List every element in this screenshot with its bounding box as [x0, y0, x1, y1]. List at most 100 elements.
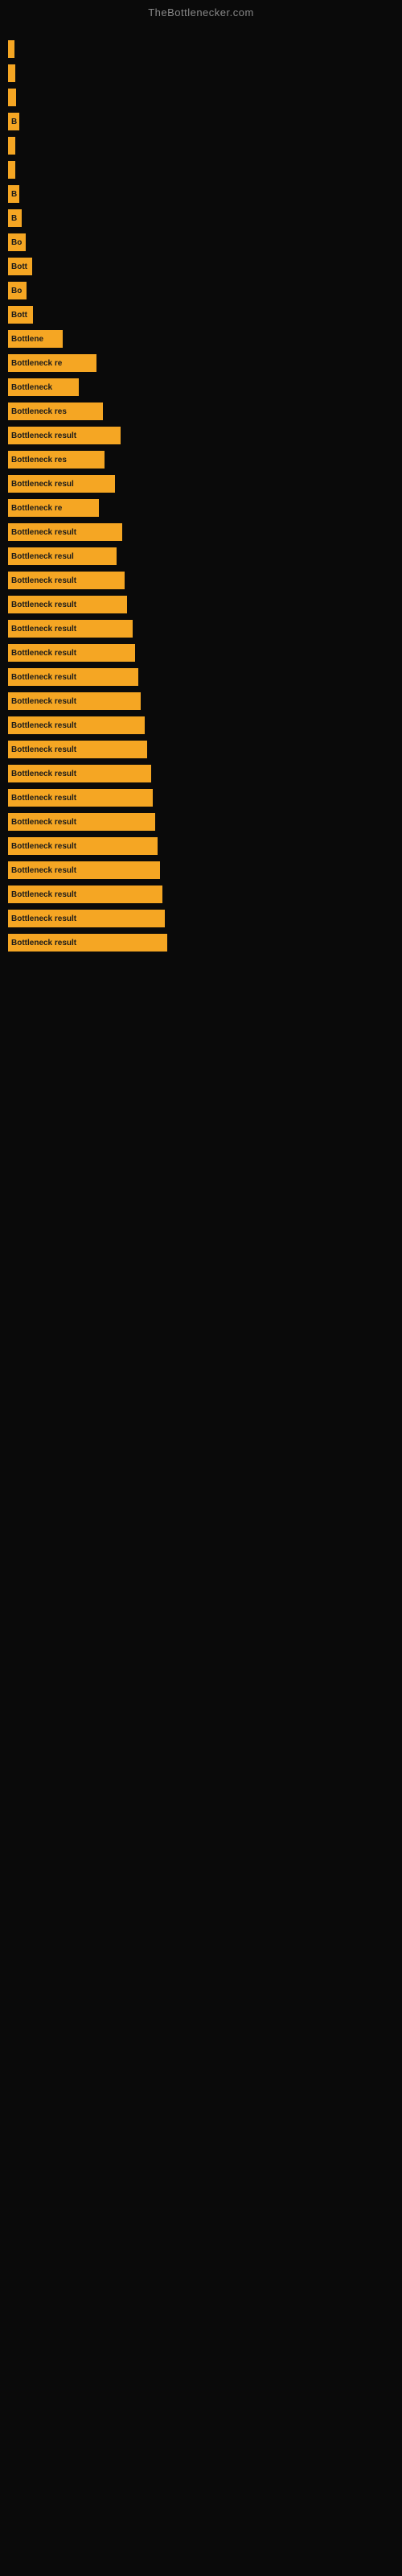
bar-label-13: Bottleneck re [11, 359, 62, 368]
bar-label-25: Bottleneck result [11, 649, 76, 658]
bar-row: Bottleneck result [8, 907, 394, 930]
bar-label-17: Bottleneck res [11, 456, 67, 464]
bar-32: Bottleneck result [8, 813, 155, 831]
bar-8: Bo [8, 233, 26, 251]
bar-24: Bottleneck result [8, 620, 133, 638]
bar-row: Bottleneck result [8, 593, 394, 616]
bar-row: Bottleneck result [8, 762, 394, 785]
bar-row: Bottleneck [8, 376, 394, 398]
bar-7: B [8, 209, 22, 227]
bar-row: Bottleneck res [8, 448, 394, 471]
site-title: TheBottlenecker.com [0, 0, 402, 22]
bar-label-22: Bottleneck result [11, 576, 76, 585]
bar-row: Bottleneck result [8, 521, 394, 543]
bar-row: Bottleneck result [8, 666, 394, 688]
bar-label-23: Bottleneck result [11, 601, 76, 609]
bar-29: Bottleneck result [8, 741, 147, 758]
bar-label-21: Bottleneck resul [11, 552, 74, 561]
bar-label-35: Bottleneck result [11, 890, 76, 899]
bar-row: Bottleneck result [8, 642, 394, 664]
bar-row: Bottleneck resul [8, 545, 394, 568]
bar-19: Bottleneck re [8, 499, 99, 517]
bar-label-14: Bottleneck [11, 383, 52, 392]
bar-row: Bott [8, 303, 394, 326]
bar-label-18: Bottleneck resul [11, 480, 74, 489]
bar-14: Bottleneck [8, 378, 79, 396]
bar-22: Bottleneck result [8, 572, 125, 589]
bar-label-6: B [11, 190, 17, 199]
bar-row: Bo [8, 231, 394, 254]
bar-row: Bottleneck result [8, 714, 394, 737]
bar-row: Bo [8, 279, 394, 302]
bar-row: Bottleneck result [8, 617, 394, 640]
bar-30: Bottleneck result [8, 765, 151, 782]
bar-37: Bottleneck result [8, 934, 167, 952]
bar-15: Bottleneck res [8, 402, 103, 420]
bar-label-3: B [11, 118, 17, 126]
bar-9: Bott [8, 258, 32, 275]
bar-label-28: Bottleneck result [11, 721, 76, 730]
bar-label-33: Bottleneck result [11, 842, 76, 851]
bar-row [8, 134, 394, 157]
bar-label-27: Bottleneck result [11, 697, 76, 706]
bar-label-19: Bottleneck re [11, 504, 62, 513]
bar-row: B [8, 183, 394, 205]
bar-row: Bottleneck result [8, 931, 394, 954]
bar-36: Bottleneck result [8, 910, 165, 927]
bar-31: Bottleneck result [8, 789, 153, 807]
bar-row: B [8, 110, 394, 133]
bar-row: Bottleneck result [8, 883, 394, 906]
bar-16: Bottleneck result [8, 427, 121, 444]
bar-34: Bottleneck result [8, 861, 160, 879]
bar-0 [8, 40, 14, 58]
bar-25: Bottleneck result [8, 644, 135, 662]
bar-row [8, 62, 394, 85]
bar-11: Bott [8, 306, 33, 324]
bar-row [8, 38, 394, 60]
bar-6: B [8, 185, 19, 203]
bar-label-26: Bottleneck result [11, 673, 76, 682]
bar-row: Bottleneck resul [8, 473, 394, 495]
bar-label-16: Bottleneck result [11, 431, 76, 440]
bar-row: Bottleneck result [8, 424, 394, 447]
bar-label-34: Bottleneck result [11, 866, 76, 875]
bar-row: Bottleneck re [8, 352, 394, 374]
bar-row: Bottleneck re [8, 497, 394, 519]
bar-label-37: Bottleneck result [11, 939, 76, 947]
bar-3: B [8, 113, 19, 130]
bar-row [8, 159, 394, 181]
bar-row: Bott [8, 255, 394, 278]
bar-label-11: Bott [11, 311, 27, 320]
bar-row [8, 86, 394, 109]
bar-28: Bottleneck result [8, 716, 145, 734]
bar-17: Bottleneck res [8, 451, 105, 469]
bar-label-24: Bottleneck result [11, 625, 76, 634]
bar-label-20: Bottleneck result [11, 528, 76, 537]
bar-row: B [8, 207, 394, 229]
bar-label-10: Bo [11, 287, 22, 295]
bar-row: Bottleneck result [8, 835, 394, 857]
bar-13: Bottleneck re [8, 354, 96, 372]
bar-27: Bottleneck result [8, 692, 141, 710]
bars-container: B B B Bo Bott Bo Bott Bottlene Bottleneck re Bott… [0, 22, 402, 964]
bar-label-31: Bottleneck result [11, 794, 76, 803]
bar-label-9: Bott [11, 262, 27, 271]
bar-10: Bo [8, 282, 27, 299]
bar-label-29: Bottleneck result [11, 745, 76, 754]
bar-label-15: Bottleneck res [11, 407, 67, 416]
bar-23: Bottleneck result [8, 596, 127, 613]
bar-label-12: Bottlene [11, 335, 43, 344]
bar-row: Bottleneck result [8, 786, 394, 809]
bar-21: Bottleneck resul [8, 547, 117, 565]
bar-33: Bottleneck result [8, 837, 158, 855]
bar-18: Bottleneck resul [8, 475, 115, 493]
bar-row: Bottlene [8, 328, 394, 350]
bar-35: Bottleneck result [8, 886, 162, 903]
bar-label-30: Bottleneck result [11, 770, 76, 778]
bar-12: Bottlene [8, 330, 63, 348]
bar-row: Bottleneck result [8, 811, 394, 833]
bar-row: Bottleneck result [8, 690, 394, 712]
bar-label-8: Bo [11, 238, 22, 247]
bar-row: Bottleneck result [8, 738, 394, 761]
bar-label-7: B [11, 214, 17, 223]
